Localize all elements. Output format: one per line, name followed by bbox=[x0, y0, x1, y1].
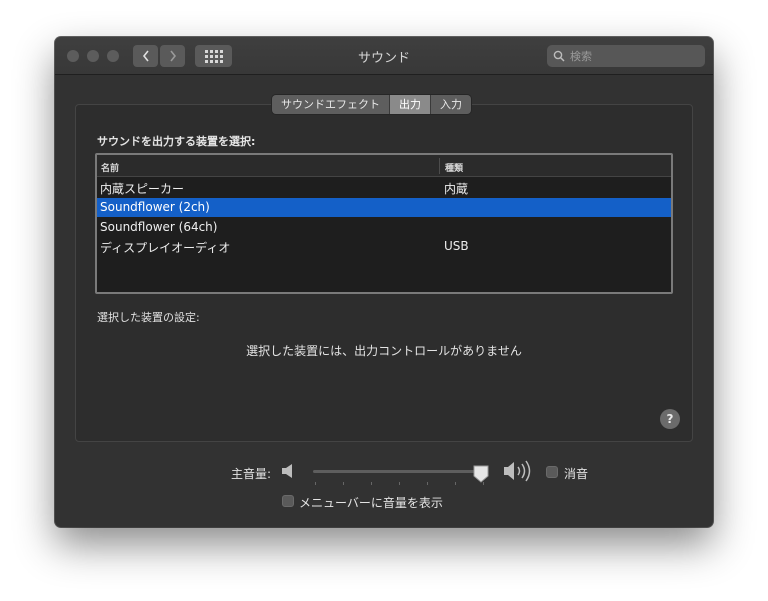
tab-output[interactable]: 出力 bbox=[390, 95, 431, 114]
tab-input[interactable]: 入力 bbox=[431, 95, 471, 114]
slider-thumb[interactable] bbox=[473, 465, 489, 483]
show-volume-in-menubar-label: メニューバーに音量を表示 bbox=[299, 496, 443, 510]
mute-label: 消音 bbox=[564, 467, 589, 481]
sound-preferences-window: サウンド 検索 サウンドエフェクト 出力 入力 サウンドを出力する装置を選択: … bbox=[55, 37, 713, 527]
table-row[interactable]: ディスプレイオーディオ USB bbox=[97, 237, 671, 256]
search-field[interactable]: 検索 bbox=[547, 45, 705, 67]
table-header: 名前 種類 bbox=[97, 155, 671, 177]
table-row-selected[interactable]: Soundflower (2ch) bbox=[97, 198, 671, 217]
help-button[interactable]: ? bbox=[660, 409, 680, 429]
device-name: 内蔵スピーカー bbox=[100, 182, 185, 196]
column-header-type[interactable]: 種類 bbox=[445, 161, 463, 174]
title-bar: サウンド 検索 bbox=[55, 37, 713, 75]
table-row[interactable]: 内蔵スピーカー 内蔵 bbox=[97, 178, 671, 197]
slider-track bbox=[313, 470, 485, 473]
column-header-name[interactable]: 名前 bbox=[101, 161, 119, 174]
device-name: Soundflower (64ch) bbox=[100, 220, 218, 234]
output-volume-label: 主音量: bbox=[231, 467, 272, 481]
search-placeholder: 検索 bbox=[570, 50, 592, 63]
device-type: USB bbox=[444, 239, 469, 253]
device-name: ディスプレイオーディオ bbox=[100, 241, 231, 255]
tab-bar: サウンドエフェクト 出力 入力 bbox=[272, 95, 471, 114]
speaker-high-icon bbox=[504, 460, 531, 482]
device-settings-label: 選択した装置の設定: bbox=[97, 311, 200, 324]
device-type: 内蔵 bbox=[444, 182, 469, 196]
show-volume-in-menubar-checkbox[interactable] bbox=[282, 495, 294, 507]
no-output-controls-message: 選択した装置には、出力コントロールがありません bbox=[246, 344, 522, 358]
output-device-heading: サウンドを出力する装置を選択: bbox=[97, 135, 256, 148]
table-row[interactable]: Soundflower (64ch) bbox=[97, 218, 671, 237]
output-volume-slider[interactable] bbox=[313, 462, 491, 486]
speaker-low-icon bbox=[282, 464, 292, 478]
tab-sound-effects[interactable]: サウンドエフェクト bbox=[272, 95, 390, 114]
output-device-table[interactable]: 名前 種類 内蔵スピーカー 内蔵 Soundflower (2ch) Sound… bbox=[95, 153, 673, 294]
search-icon bbox=[553, 50, 565, 62]
device-name: Soundflower (2ch) bbox=[100, 200, 210, 214]
mute-checkbox[interactable] bbox=[546, 466, 558, 478]
column-divider bbox=[439, 158, 440, 174]
